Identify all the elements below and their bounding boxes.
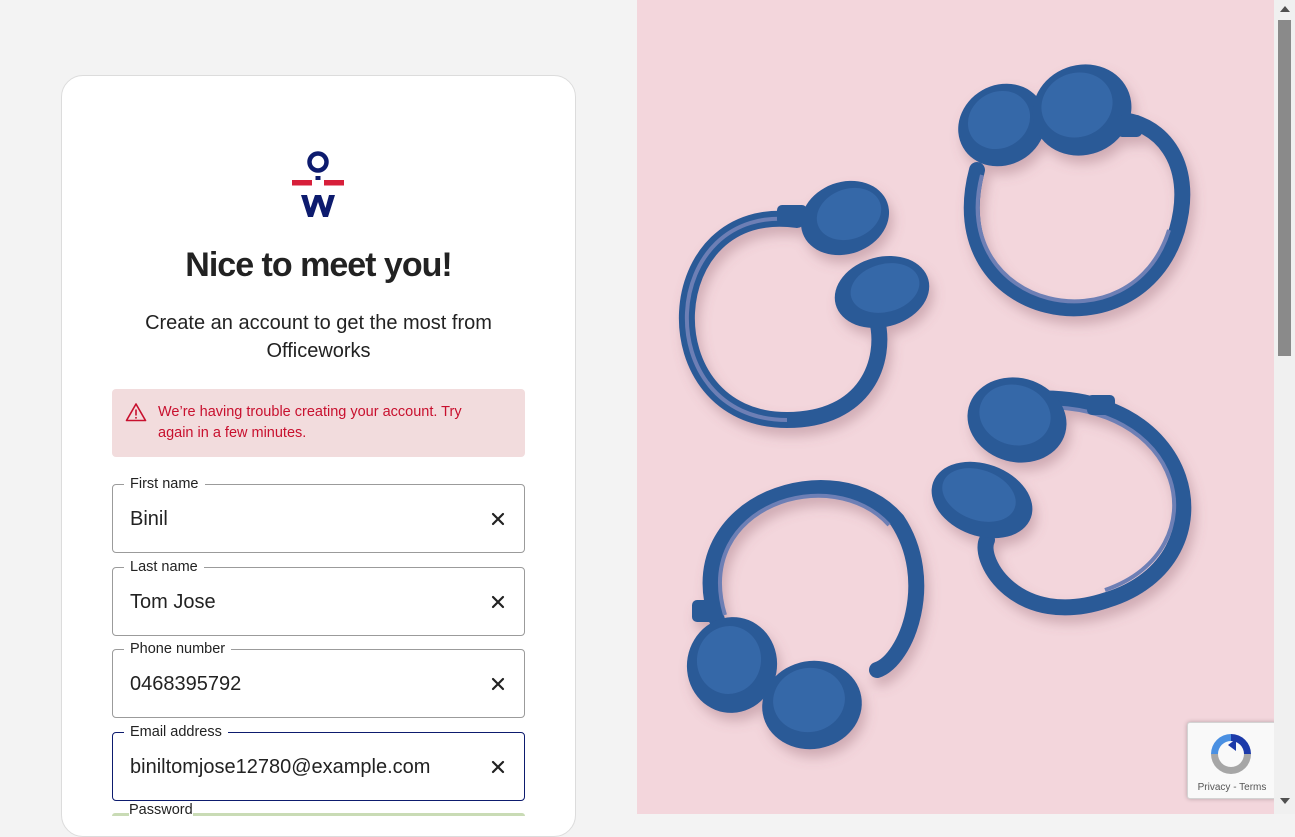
warning-triangle-icon xyxy=(125,403,147,422)
first-name-input[interactable] xyxy=(130,507,470,531)
scroll-up-icon[interactable] xyxy=(1280,6,1290,12)
first-name-field[interactable]: First name xyxy=(112,475,525,553)
clear-phone-icon[interactable] xyxy=(489,675,507,693)
phone-number-label: Phone number xyxy=(124,640,232,658)
headphones-2 xyxy=(958,64,1191,317)
first-name-label: First name xyxy=(124,475,205,493)
email-address-field[interactable]: Email address xyxy=(112,723,525,801)
email-address-label: Email address xyxy=(124,723,228,741)
clear-email-icon[interactable] xyxy=(489,758,507,776)
password-label: Password xyxy=(129,802,193,818)
recaptcha-badge[interactable]: Privacy - Terms xyxy=(1187,722,1277,799)
headphones-4 xyxy=(686,480,925,750)
hero-image xyxy=(637,0,1274,814)
headphones-1 xyxy=(678,180,930,429)
error-alert: We’re having trouble creating your accou… xyxy=(112,389,525,457)
last-name-label: Last name xyxy=(124,558,204,576)
clear-first-name-icon[interactable] xyxy=(489,510,507,528)
phone-number-input[interactable] xyxy=(130,672,470,696)
page-scrollbar[interactable] xyxy=(1274,0,1295,814)
recaptcha-links: Privacy - Terms xyxy=(1188,782,1276,793)
recaptcha-icon xyxy=(1211,734,1251,774)
scroll-down-icon[interactable] xyxy=(1280,798,1290,804)
clear-last-name-icon[interactable] xyxy=(489,593,507,611)
headphones-3 xyxy=(931,377,1192,616)
officeworks-logo xyxy=(292,151,344,217)
email-address-input[interactable] xyxy=(130,755,470,779)
phone-number-field[interactable]: Phone number xyxy=(112,640,525,718)
recaptcha-terms-link[interactable]: Terms xyxy=(1239,782,1266,793)
error-message: We’re having trouble creating your accou… xyxy=(158,404,462,441)
page-title: Nice to meet you! xyxy=(185,246,452,284)
recaptcha-separator: - xyxy=(1230,782,1240,793)
headphones-illustration xyxy=(678,64,1192,750)
scroll-thumb[interactable] xyxy=(1278,20,1291,356)
last-name-field[interactable]: Last name xyxy=(112,558,525,636)
page-subtitle: Create an account to get the most from O… xyxy=(145,312,492,362)
signup-card: Nice to meet you! Create an account to g… xyxy=(61,75,576,837)
recaptcha-privacy-link[interactable]: Privacy xyxy=(1198,782,1231,793)
last-name-input[interactable] xyxy=(130,590,470,614)
signup-pane: Nice to meet you! Create an account to g… xyxy=(0,0,637,837)
